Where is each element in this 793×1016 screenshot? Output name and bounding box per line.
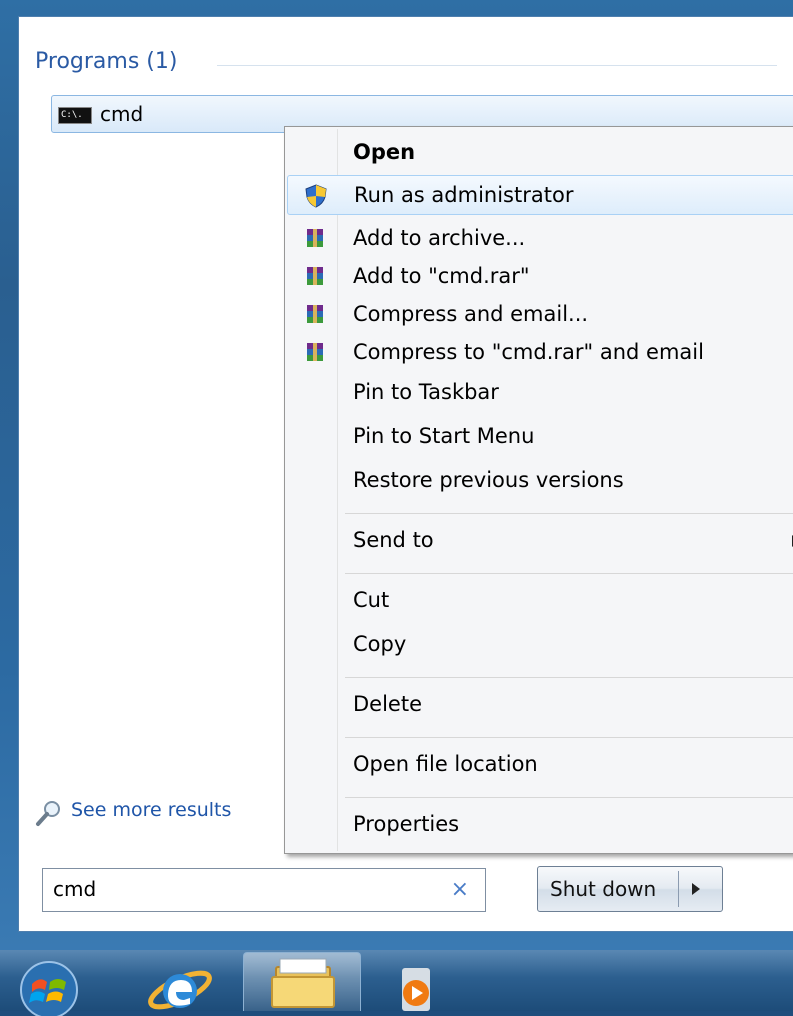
- winrar-icon: [307, 267, 323, 285]
- winrar-icon: [307, 343, 323, 361]
- program-label: cmd: [100, 102, 144, 126]
- programs-section-header: Programs (1): [35, 49, 178, 74]
- menu-item-label: Add to "cmd.rar": [353, 264, 530, 288]
- shut-down-label: Shut down: [550, 877, 657, 901]
- menu-separator: [345, 573, 793, 574]
- menu-item-delete[interactable]: Delete: [287, 685, 793, 725]
- folder-icon: [271, 958, 335, 1008]
- winrar-icon: [307, 305, 323, 323]
- context-menu: Open Run as administrator Add to archive…: [284, 126, 793, 854]
- search-icon: [36, 801, 60, 826]
- menu-item-label: Copy: [353, 632, 407, 656]
- taskbar-explorer-button[interactable]: [243, 952, 361, 1011]
- menu-item-send-to[interactable]: Send to: [287, 521, 793, 561]
- menu-item-open[interactable]: Open: [287, 133, 793, 173]
- menu-item-label: Delete: [353, 692, 422, 716]
- menu-item-copy[interactable]: Copy: [287, 625, 793, 665]
- menu-item-cut[interactable]: Cut: [287, 581, 793, 621]
- menu-item-properties[interactable]: Properties: [287, 805, 793, 845]
- see-more-label: See more results: [71, 799, 232, 821]
- menu-item-label: Properties: [353, 812, 460, 836]
- menu-item-add-to-rar[interactable]: Add to "cmd.rar": [287, 257, 793, 297]
- menu-item-pin-to-taskbar[interactable]: Pin to Taskbar: [287, 373, 793, 413]
- menu-separator: [345, 797, 793, 798]
- menu-item-compress-and-email[interactable]: Compress and email...: [287, 295, 793, 335]
- search-box[interactable]: ×: [42, 868, 486, 912]
- menu-separator: [345, 513, 793, 514]
- menu-item-pin-to-start-menu[interactable]: Pin to Start Menu: [287, 417, 793, 457]
- menu-item-compress-to-rar-and-email[interactable]: Compress to "cmd.rar" and email: [287, 333, 793, 373]
- menu-item-open-file-location[interactable]: Open file location: [287, 745, 793, 785]
- internet-explorer-icon[interactable]: [145, 958, 215, 1011]
- winrar-icon: [307, 229, 323, 247]
- menu-item-label: Run as administrator: [354, 183, 574, 207]
- chevron-right-icon[interactable]: [692, 883, 700, 895]
- menu-item-label: Compress and email...: [353, 302, 589, 326]
- taskbar: [0, 950, 793, 1011]
- menu-item-label: Open: [353, 140, 416, 164]
- menu-separator: [345, 677, 793, 678]
- menu-item-label: Compress to "cmd.rar" and email: [353, 340, 704, 364]
- clear-search-icon[interactable]: ×: [451, 877, 469, 903]
- menu-item-run-as-administrator[interactable]: Run as administrator: [287, 175, 793, 215]
- menu-item-label: Cut: [353, 588, 390, 612]
- shut-down-button[interactable]: Shut down: [537, 866, 723, 912]
- menu-item-label: Send to: [353, 528, 434, 552]
- menu-item-label: Open file location: [353, 752, 538, 776]
- start-orb-icon[interactable]: [10, 956, 88, 1016]
- search-input[interactable]: [53, 877, 433, 901]
- section-divider: [217, 65, 777, 66]
- menu-item-label: Pin to Taskbar: [353, 380, 499, 404]
- menu-item-label: Pin to Start Menu: [353, 424, 535, 448]
- menu-item-label: Restore previous versions: [353, 468, 624, 492]
- menu-item-restore-previous-versions[interactable]: Restore previous versions: [287, 461, 793, 501]
- cmd-icon: C:\.: [58, 107, 92, 124]
- media-player-icon[interactable]: [398, 968, 438, 1011]
- uac-shield-icon: [305, 184, 327, 208]
- menu-item-add-to-archive[interactable]: Add to archive...: [287, 219, 793, 259]
- menu-item-label: Add to archive...: [353, 226, 526, 250]
- menu-separator: [345, 737, 793, 738]
- shut-down-divider: [678, 871, 679, 907]
